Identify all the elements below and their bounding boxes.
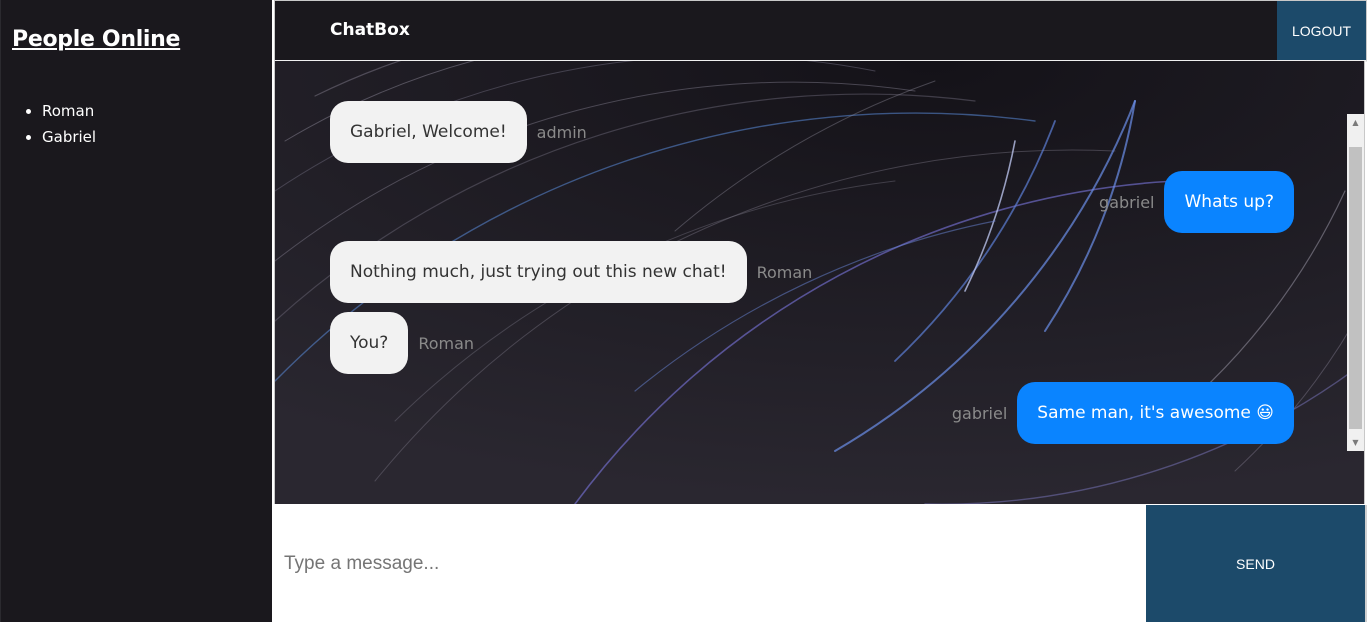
message-row: You? Roman [330, 312, 474, 374]
people-sidebar: People Online Roman Gabriel [0, 0, 272, 622]
message-bubble: Same man, it's awesome 😃 [1017, 382, 1294, 444]
scroll-up-arrow-icon[interactable]: ▲ [1347, 114, 1364, 131]
message-sender: gabriel [1099, 192, 1155, 212]
message-row: Nothing much, just trying out this new c… [330, 241, 812, 303]
scroll-down-arrow-icon[interactable]: ▼ [1347, 434, 1364, 451]
message-composer: SEND [274, 505, 1367, 622]
message-row: Whats up? gabriel [1099, 171, 1294, 233]
people-list: Roman Gabriel [1, 98, 96, 150]
message-row: Gabriel, Welcome! admin [330, 101, 587, 163]
person-item-roman: Roman [42, 98, 96, 124]
send-button[interactable]: SEND [1146, 505, 1365, 622]
app-header: ChatBox LOGOUT [274, 0, 1367, 62]
message-list: Gabriel, Welcome! admin Whats up? gabrie… [275, 61, 1348, 504]
message-bubble: Whats up? [1164, 171, 1294, 233]
message-row: Same man, it's awesome 😃 gabriel [952, 382, 1294, 444]
app-brand: ChatBox [330, 20, 410, 40]
message-input[interactable] [274, 505, 1146, 622]
message-bubble: Gabriel, Welcome! [330, 101, 527, 163]
person-item-gabriel: Gabriel [42, 124, 96, 150]
chat-window[interactable]: Gabriel, Welcome! admin Whats up? gabrie… [274, 61, 1365, 504]
sidebar-title: People Online [12, 27, 181, 52]
chat-scrollbar[interactable]: ▲ ▼ [1347, 114, 1364, 451]
message-bubble: Nothing much, just trying out this new c… [330, 241, 747, 303]
message-bubble: You? [330, 312, 409, 374]
message-sender: gabriel [951, 403, 1008, 423]
message-sender: admin [536, 122, 587, 142]
message-sender: Roman [418, 333, 475, 353]
scrollbar-thumb[interactable] [1349, 147, 1362, 429]
message-sender: Roman [756, 262, 813, 282]
logout-button[interactable]: LOGOUT [1277, 1, 1366, 60]
